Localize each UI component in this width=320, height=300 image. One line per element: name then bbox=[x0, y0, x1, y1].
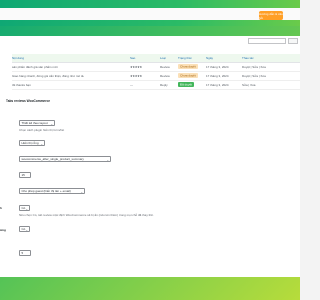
review-content: Giao hàng nhanh, đóng gói cẩn thận, đúng… bbox=[12, 71, 130, 81]
chevron-down-icon: ⌄ bbox=[106, 157, 109, 162]
option-select[interactable]: Có ⌄ bbox=[19, 226, 30, 232]
review-content: sản phẩm đánh giá sản phẩm mới bbox=[12, 62, 130, 72]
row-actions[interactable]: Sửa | Xóa bbox=[242, 80, 300, 90]
priority-input[interactable]: 15 bbox=[19, 172, 31, 178]
search-input[interactable] bbox=[248, 38, 286, 44]
review-date: 17 tháng 3, 2024 bbox=[206, 80, 242, 90]
hide-default-tab-description: Nếu chọn Có, tab review mặc định WooComm… bbox=[19, 213, 154, 217]
table-row: sản phẩm đánh giá sản phẩm mới ★★★★★ Rev… bbox=[12, 62, 300, 72]
empty-display-select[interactable]: Hiển thị rỗng ⌄ bbox=[19, 140, 45, 146]
count-value: 5 bbox=[21, 251, 24, 255]
tab-label[interactable]: Tabs reviews WooCommerce bbox=[6, 99, 50, 105]
guest-mode-select[interactable]: Cho phép guest (hiển thị tên + email) ⌄ bbox=[19, 188, 85, 194]
column-header-type[interactable]: Loại bbox=[160, 54, 178, 63]
column-header-status[interactable]: Trạng thái bbox=[178, 54, 206, 63]
chevron-down-icon: ⌄ bbox=[25, 227, 28, 232]
row-actions[interactable]: Duyệt | Sửa | Xóa bbox=[242, 71, 300, 81]
review-stars: ★★★★★ bbox=[130, 71, 160, 81]
empty-display-value: Hiển thị rỗng bbox=[21, 141, 39, 145]
chevron-down-icon: ⌄ bbox=[40, 141, 43, 146]
review-content: tốt thanks bạn bbox=[12, 80, 130, 90]
review-stars: — bbox=[130, 80, 160, 90]
review-type: Reply bbox=[160, 80, 178, 90]
status-badge: Đã duyệt bbox=[178, 82, 195, 87]
hook-select-value: woocommerce_after_single_product_summary bbox=[21, 157, 84, 161]
table-row: Giao hàng nhanh, đóng gói cẩn thận, đúng… bbox=[12, 71, 300, 81]
column-header-actions[interactable]: Thao tác bbox=[242, 54, 300, 63]
chevron-down-icon: ⌄ bbox=[25, 206, 28, 211]
column-header-content[interactable]: Nội dung bbox=[12, 54, 130, 63]
review-date: 17 tháng 3, 2024 bbox=[206, 71, 242, 81]
header-card bbox=[0, 8, 300, 20]
row-actions[interactable]: Duyệt | Sửa | Xóa bbox=[242, 62, 300, 72]
review-stars: ★★★★★ bbox=[130, 62, 160, 72]
priority-value: 15 bbox=[21, 173, 25, 177]
hide-default-tab-select[interactable]: Có ⌄ bbox=[19, 205, 30, 211]
review-date: 17 tháng 3, 2024 bbox=[206, 62, 242, 72]
status-badge: Chưa duyệt bbox=[178, 73, 198, 78]
review-type: Review bbox=[160, 71, 178, 81]
chevron-down-icon: ⌄ bbox=[50, 121, 53, 126]
side-label: h bbox=[0, 206, 2, 210]
count-input[interactable]: 5 bbox=[19, 250, 31, 256]
reviews-table: Nội dung Sao Loại Trạng thái Ngày Thao t… bbox=[12, 54, 300, 90]
chevron-down-icon: ⌄ bbox=[80, 189, 83, 194]
guide-button[interactable]: Hướng dẫn & câu hỏi bbox=[259, 11, 283, 20]
column-header-stars[interactable]: Sao bbox=[130, 54, 160, 63]
side-label: ừng bbox=[0, 228, 6, 232]
hook-select[interactable]: woocommerce_after_single_product_summary… bbox=[19, 156, 111, 162]
table-row: tốt thanks bạn — Reply Đã duyệt 17 tháng… bbox=[12, 80, 300, 90]
status-badge: Chưa duyệt bbox=[178, 64, 198, 69]
column-header-date[interactable]: Ngày bbox=[206, 54, 242, 63]
guest-mode-value: Cho phép guest (hiển thị tên + email) bbox=[21, 189, 71, 193]
layout-select-value: Thiết kế theo layout bbox=[21, 121, 48, 125]
layout-description: Chọn cách plugin hiển thị form/list bbox=[19, 128, 65, 132]
review-type: Review bbox=[160, 62, 178, 72]
layout-select[interactable]: Thiết kế theo layout ⌄ bbox=[19, 120, 55, 126]
search-button[interactable] bbox=[288, 38, 298, 44]
